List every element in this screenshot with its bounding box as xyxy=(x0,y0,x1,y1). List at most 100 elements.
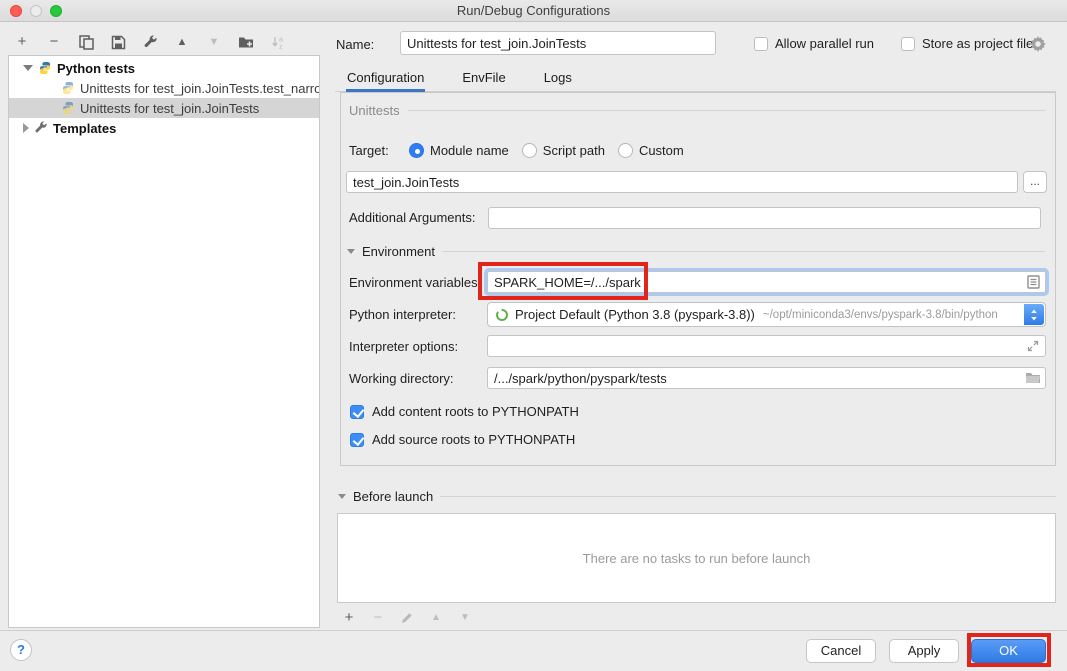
folder-icon[interactable] xyxy=(1025,372,1041,384)
custom-radio[interactable] xyxy=(618,143,633,158)
sort-alphabetically-icon[interactable]: a z xyxy=(270,34,286,50)
environment-variables-input[interactable] xyxy=(487,271,1046,293)
add-configuration-button[interactable]: + xyxy=(14,34,30,50)
interpreter-options-input[interactable] xyxy=(487,335,1046,357)
configurations-tree: Python tests Unittests for test_join.Joi… xyxy=(8,55,320,628)
working-directory-input[interactable] xyxy=(487,367,1046,389)
configurations-toolbar: + − ▲ ▼ a z xyxy=(14,32,286,52)
conda-env-icon xyxy=(495,308,509,322)
collapse-triangle-icon[interactable] xyxy=(347,249,355,254)
tree-item-templates[interactable]: Templates xyxy=(9,118,319,138)
python-test-icon xyxy=(61,101,75,115)
environment-section-label: Environment xyxy=(362,244,435,259)
apply-button[interactable]: Apply xyxy=(889,639,959,663)
svg-text:a: a xyxy=(279,36,283,43)
target-label: Target: xyxy=(349,143,409,158)
tree-item-label: Python tests xyxy=(57,61,135,76)
name-input[interactable] xyxy=(400,31,716,55)
store-as-project-file-checkbox[interactable] xyxy=(901,37,915,51)
python-test-icon xyxy=(61,81,75,95)
unittests-group-label: Unittests xyxy=(349,103,400,118)
move-down-button[interactable]: ▼ xyxy=(206,34,222,50)
tab-configuration[interactable]: Configuration xyxy=(346,66,425,92)
module-name-radio[interactable] xyxy=(409,143,424,158)
tree-item-label: Templates xyxy=(53,121,116,136)
python-interpreter-label: Python interpreter: xyxy=(349,307,456,322)
tree-item-unittests-jointests-selected[interactable]: Unittests for test_join.JoinTests xyxy=(9,98,319,118)
edit-env-variables-icon[interactable] xyxy=(1027,275,1040,289)
edit-templates-wrench-icon[interactable] xyxy=(142,34,158,50)
templates-wrench-icon xyxy=(34,121,48,135)
interpreter-path: ~/opt/miniconda3/envs/pyspark-3.8/bin/py… xyxy=(763,309,998,321)
window-title: Run/Debug Configurations xyxy=(0,3,1067,18)
custom-label: Custom xyxy=(639,143,684,158)
chevron-right-icon[interactable] xyxy=(23,123,29,133)
collapse-triangle-icon[interactable] xyxy=(338,494,346,499)
add-content-roots-option[interactable]: Add content roots to PYTHONPATH xyxy=(350,404,579,419)
dropdown-stepper-icon[interactable] xyxy=(1024,304,1044,325)
add-content-roots-checkbox[interactable] xyxy=(350,405,364,419)
allow-parallel-run-checkbox[interactable] xyxy=(754,37,768,51)
target-option-script-path[interactable]: Script path xyxy=(522,143,605,158)
additional-arguments-label: Additional Arguments: xyxy=(349,210,475,225)
add-content-roots-label: Add content roots to PYTHONPATH xyxy=(372,404,579,419)
add-task-button[interactable]: + xyxy=(341,610,357,626)
remove-task-button[interactable]: − xyxy=(370,610,386,626)
before-launch-label: Before launch xyxy=(353,489,433,504)
allow-parallel-run-label: Allow parallel run xyxy=(775,36,874,51)
target-row: Target: Module name Script path Custom xyxy=(349,140,697,160)
add-source-roots-checkbox[interactable] xyxy=(350,433,364,447)
working-directory-label: Working directory: xyxy=(349,371,454,386)
environment-section-header[interactable]: Environment xyxy=(347,244,1045,259)
move-task-down-button[interactable]: ▼ xyxy=(457,610,473,626)
titlebar: Run/Debug Configurations xyxy=(0,0,1067,22)
svg-text:z: z xyxy=(279,44,283,50)
browse-module-button[interactable]: ... xyxy=(1023,171,1047,193)
tree-item-unittests-test-narrow[interactable]: Unittests for test_join.JoinTests.test_n… xyxy=(9,78,319,98)
remove-configuration-button[interactable]: − xyxy=(46,34,62,50)
allow-parallel-run-option[interactable]: Allow parallel run xyxy=(754,36,874,51)
help-button[interactable]: ? xyxy=(10,639,32,661)
divider xyxy=(442,251,1045,252)
expand-field-icon[interactable] xyxy=(1027,340,1039,352)
tree-item-label: Unittests for test_join.JoinTests.test_n… xyxy=(80,81,319,96)
name-label: Name: xyxy=(336,37,374,52)
before-launch-section-header[interactable]: Before launch xyxy=(338,489,1056,504)
script-path-radio[interactable] xyxy=(522,143,537,158)
footer-separator xyxy=(0,630,1067,631)
before-launch-toolbar: + − ▲ ▼ xyxy=(341,610,473,626)
python-interpreter-select[interactable]: Project Default (Python 3.8 (pyspark-3.8… xyxy=(487,302,1046,327)
add-source-roots-label: Add source roots to PYTHONPATH xyxy=(372,432,575,447)
add-source-roots-option[interactable]: Add source roots to PYTHONPATH xyxy=(350,432,575,447)
configuration-panel: Unittests Target: Module name Script pat… xyxy=(340,92,1056,466)
cancel-button[interactable]: Cancel xyxy=(806,639,876,663)
copy-configuration-icon[interactable] xyxy=(78,34,94,50)
run-debug-configurations-dialog: Run/Debug Configurations + − ▲ ▼ a z xyxy=(0,0,1067,671)
target-option-module-name[interactable]: Module name xyxy=(409,143,509,158)
empty-tasks-message: There are no tasks to run before launch xyxy=(583,551,811,566)
divider xyxy=(408,110,1045,111)
ok-button[interactable]: OK xyxy=(971,639,1046,663)
unittests-group-header: Unittests xyxy=(349,103,1045,118)
additional-arguments-input[interactable] xyxy=(488,207,1041,229)
module-name-label: Module name xyxy=(430,143,509,158)
module-name-input[interactable] xyxy=(346,171,1018,193)
tree-item-label: Unittests for test_join.JoinTests xyxy=(80,101,259,116)
gear-icon[interactable] xyxy=(1030,36,1046,52)
before-launch-tasks-list: There are no tasks to run before launch xyxy=(337,513,1056,603)
environment-variables-label: Environment variables: xyxy=(349,275,481,290)
tab-envfile[interactable]: EnvFile xyxy=(461,66,506,92)
move-up-button[interactable]: ▲ xyxy=(174,34,190,50)
edit-task-pencil-icon[interactable] xyxy=(399,610,415,626)
divider xyxy=(440,496,1056,497)
configuration-tabs: Configuration EnvFile Logs xyxy=(346,66,573,92)
target-option-custom[interactable]: Custom xyxy=(618,143,684,158)
chevron-down-icon[interactable] xyxy=(23,65,33,71)
tree-item-python-tests[interactable]: Python tests xyxy=(9,58,319,78)
move-task-up-button[interactable]: ▲ xyxy=(428,610,444,626)
save-configuration-icon[interactable] xyxy=(110,34,126,50)
new-folder-icon[interactable] xyxy=(238,34,254,50)
store-as-project-file-option[interactable]: Store as project file xyxy=(901,36,1033,51)
tab-logs[interactable]: Logs xyxy=(543,66,573,92)
script-path-label: Script path xyxy=(543,143,605,158)
